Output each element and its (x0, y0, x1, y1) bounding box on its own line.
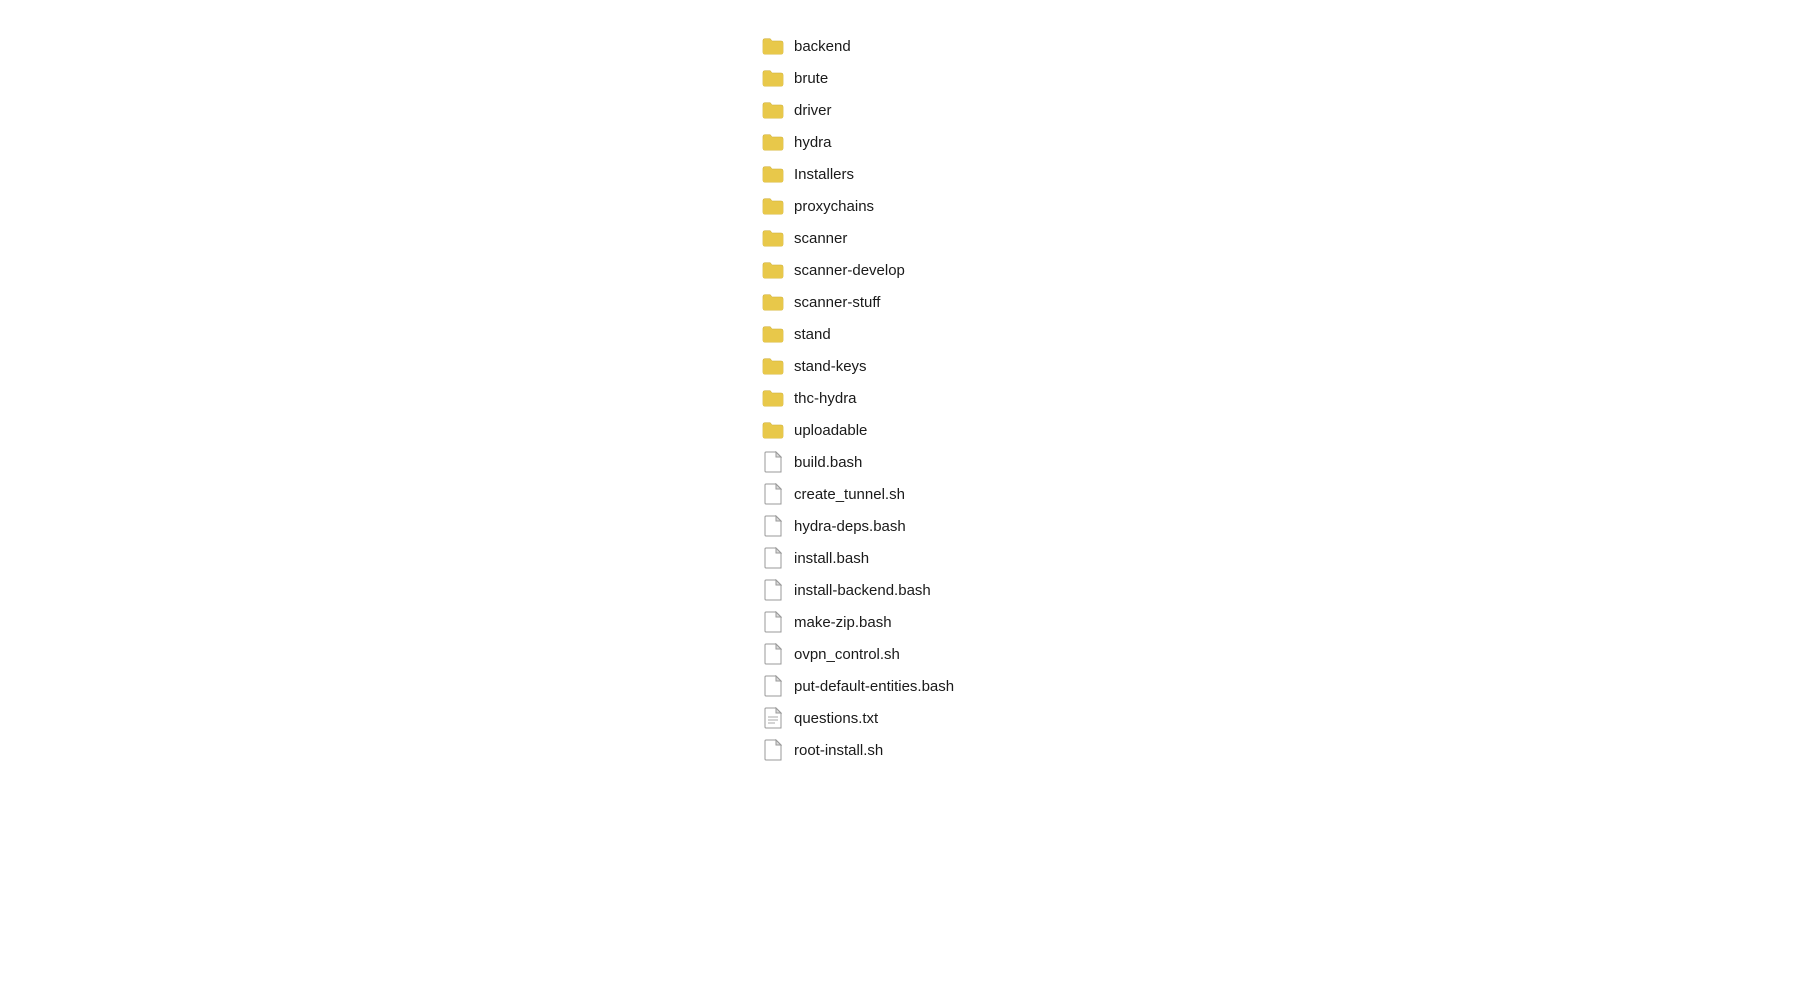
list-item[interactable]: stand-keys (750, 350, 1050, 382)
list-item[interactable]: install-backend.bash (750, 574, 1050, 606)
folder-icon (762, 355, 784, 377)
list-item[interactable]: thc-hydra (750, 382, 1050, 414)
list-item[interactable]: Installers (750, 158, 1050, 190)
file-icon (762, 547, 784, 569)
item-name: build.bash (794, 454, 862, 471)
folder-icon (762, 259, 784, 281)
item-name: ovpn_control.sh (794, 646, 900, 663)
list-item[interactable]: driver (750, 94, 1050, 126)
folder-icon (762, 67, 784, 89)
folder-icon (762, 387, 784, 409)
folder-icon (762, 163, 784, 185)
folder-icon (762, 291, 784, 313)
file-icon (762, 579, 784, 601)
folder-icon (762, 419, 784, 441)
list-item[interactable]: ovpn_control.sh (750, 638, 1050, 670)
folder-icon (762, 131, 784, 153)
list-item[interactable]: uploadable (750, 414, 1050, 446)
list-item[interactable]: put-default-entities.bash (750, 670, 1050, 702)
list-item[interactable]: brute (750, 62, 1050, 94)
item-name: stand (794, 326, 831, 343)
item-name: proxychains (794, 198, 874, 215)
list-item[interactable]: hydra (750, 126, 1050, 158)
item-name: driver (794, 102, 832, 119)
list-item[interactable]: scanner (750, 222, 1050, 254)
file-icon (762, 451, 784, 473)
item-name: scanner (794, 230, 847, 247)
list-item[interactable]: scanner-stuff (750, 286, 1050, 318)
file-icon (762, 675, 784, 697)
item-name: scanner-develop (794, 262, 905, 279)
folder-icon (762, 195, 784, 217)
list-item[interactable]: install.bash (750, 542, 1050, 574)
item-name: uploadable (794, 422, 867, 439)
item-name: hydra (794, 134, 832, 151)
list-item[interactable]: make-zip.bash (750, 606, 1050, 638)
item-name: root-install.sh (794, 742, 883, 759)
list-item[interactable]: proxychains (750, 190, 1050, 222)
file-icon (762, 643, 784, 665)
file-lines-icon (762, 707, 784, 729)
file-icon (762, 483, 784, 505)
file-icon (762, 739, 784, 761)
item-name: install.bash (794, 550, 869, 567)
item-name: questions.txt (794, 710, 878, 727)
file-icon (762, 515, 784, 537)
folder-icon (762, 227, 784, 249)
folder-icon (762, 35, 784, 57)
item-name: scanner-stuff (794, 294, 880, 311)
file-list: backend brute driver hydra Installers pr… (750, 20, 1050, 776)
list-item[interactable]: create_tunnel.sh (750, 478, 1050, 510)
folder-icon (762, 323, 784, 345)
item-name: hydra-deps.bash (794, 518, 906, 535)
item-name: stand-keys (794, 358, 867, 375)
item-name: brute (794, 70, 828, 87)
list-item[interactable]: stand (750, 318, 1050, 350)
list-item[interactable]: scanner-develop (750, 254, 1050, 286)
list-item[interactable]: backend (750, 30, 1050, 62)
list-item[interactable]: build.bash (750, 446, 1050, 478)
item-name: make-zip.bash (794, 614, 892, 631)
folder-icon (762, 99, 784, 121)
list-item[interactable]: root-install.sh (750, 734, 1050, 766)
item-name: create_tunnel.sh (794, 486, 905, 503)
item-name: install-backend.bash (794, 582, 931, 599)
item-name: backend (794, 38, 851, 55)
item-name: put-default-entities.bash (794, 678, 954, 695)
item-name: Installers (794, 166, 854, 183)
list-item[interactable]: hydra-deps.bash (750, 510, 1050, 542)
file-icon (762, 611, 784, 633)
list-item[interactable]: questions.txt (750, 702, 1050, 734)
item-name: thc-hydra (794, 390, 857, 407)
